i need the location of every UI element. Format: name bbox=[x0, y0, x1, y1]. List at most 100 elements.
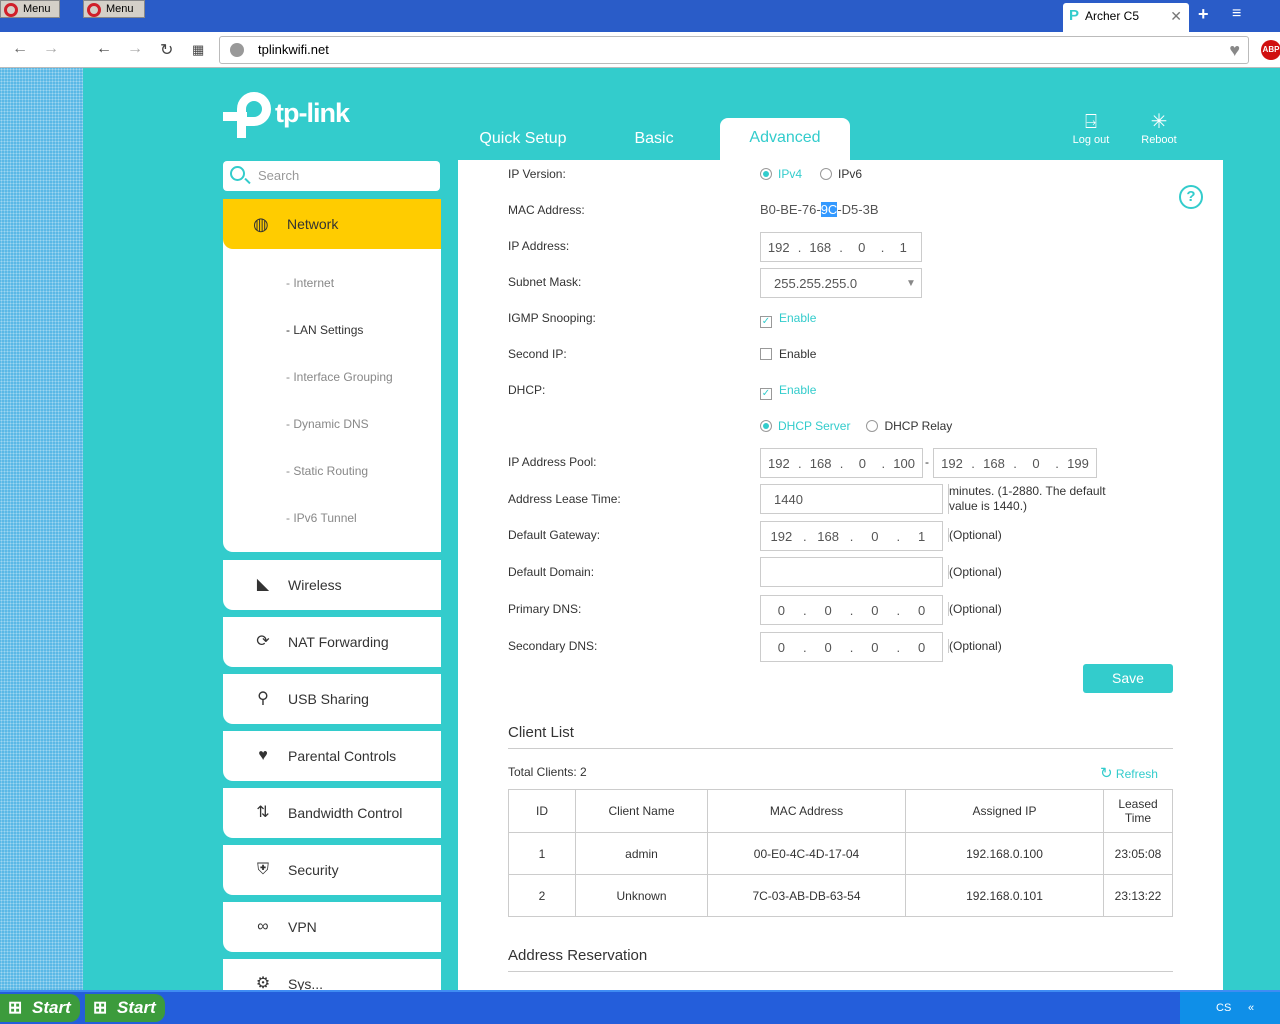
sidebar-item-usb-sharing[interactable]: ⚲ USB Sharing bbox=[223, 674, 441, 724]
optional-note: (Optional) bbox=[948, 528, 1002, 542]
forward-icon[interactable]: → bbox=[127, 40, 143, 58]
cell: Unknown bbox=[575, 874, 708, 917]
sidebar-subitem-interface-grouping[interactable]: - Interface Grouping bbox=[286, 370, 393, 384]
ipv6-radio[interactable]: IPv6 bbox=[820, 167, 862, 181]
tab-basic[interactable]: Basic bbox=[615, 120, 693, 160]
label: VPN bbox=[288, 919, 317, 935]
heart-icon: ♥ bbox=[258, 747, 268, 764]
gateway-label: Default Gateway: bbox=[508, 528, 601, 542]
dhcp-server-radio[interactable]: DHCP Server bbox=[760, 419, 850, 433]
sidebar-network-panel: ◍ Network - Internet - LAN Settings - Int… bbox=[223, 199, 441, 552]
refresh-icon: ↻ bbox=[1100, 765, 1113, 782]
tab-menu-icon[interactable]: ≡ bbox=[1232, 5, 1241, 23]
tab-title: Archer C5 bbox=[1085, 9, 1140, 23]
back-icon[interactable]: ← bbox=[12, 40, 28, 58]
url-bar[interactable]: tplinkwifi.net ♥ bbox=[219, 36, 1249, 64]
logout-button[interactable]: ⍈ Log out bbox=[1061, 110, 1121, 146]
subnet-value: 255.255.255.0 bbox=[774, 275, 858, 291]
globe-icon: ◍ bbox=[253, 214, 269, 234]
sidebar-subitem-static-routing[interactable]: - Static Routing bbox=[286, 464, 368, 478]
reload-icon[interactable]: ↻ bbox=[160, 40, 173, 60]
primary-dns-label: Primary DNS: bbox=[508, 602, 582, 616]
ip-pool-end-input[interactable]: 192. 168. 0. 199 bbox=[933, 448, 1097, 478]
url-text: tplinkwifi.net bbox=[258, 42, 329, 57]
windows-taskbar bbox=[0, 990, 1280, 1024]
lease-time-input[interactable]: 1440 bbox=[760, 484, 943, 514]
sidebar-item-bandwidth-control[interactable]: ⇅ Bandwidth Control bbox=[223, 788, 441, 838]
start-label: Start bbox=[32, 998, 71, 1017]
opera-icon bbox=[87, 3, 101, 17]
label: NAT Forwarding bbox=[288, 634, 389, 650]
windows-logo-icon: ⊞ bbox=[8, 998, 23, 1017]
dhcp-enable-checkbox[interactable]: ✓ Enable bbox=[760, 383, 816, 400]
second-ip-enable-checkbox[interactable]: Enable bbox=[760, 347, 816, 361]
tab-advanced[interactable]: Advanced bbox=[720, 118, 850, 160]
shield-icon: ⛨ bbox=[256, 861, 269, 878]
start-button-2[interactable]: ⊞ Start bbox=[85, 994, 165, 1022]
table-row: 1 admin 00-E0-4C-4D-17-04 192.168.0.100 23:0… bbox=[508, 832, 1173, 875]
sidebar-item-system-tools[interactable]: ⚙ Sys... bbox=[223, 959, 441, 990]
cell: 2 bbox=[508, 874, 576, 917]
opera-menu-button-2[interactable]: Menu bbox=[83, 0, 145, 18]
menu-label: Menu bbox=[106, 3, 134, 15]
tray-expand-icon[interactable]: « bbox=[1248, 992, 1254, 1024]
mac-selected: 9C bbox=[820, 202, 838, 217]
gateway-input[interactable]: 192. 168. 0. 1 bbox=[760, 521, 943, 551]
adblock-icon[interactable]: ABP bbox=[1261, 40, 1280, 60]
reboot-button[interactable]: ✳ Reboot bbox=[1129, 110, 1189, 146]
heart-icon[interactable]: ♥ bbox=[1229, 37, 1240, 63]
refresh-button[interactable]: ↻ Refresh bbox=[1100, 764, 1158, 782]
sidebar-item-parental-controls[interactable]: ♥ Parental Controls bbox=[223, 731, 441, 781]
total-clients: Total Clients: 2 bbox=[508, 765, 587, 779]
octet: 192 bbox=[941, 455, 963, 471]
desktop-background bbox=[0, 68, 83, 990]
dhcp-relay-radio[interactable]: DHCP Relay bbox=[866, 419, 952, 433]
browser-tab-archer[interactable]: P Archer C5 ✕ bbox=[1063, 3, 1189, 32]
sidebar-subitem-lan-settings[interactable]: - LAN Settings bbox=[286, 323, 363, 337]
back-icon[interactable]: ← bbox=[96, 40, 112, 58]
sidebar-subitem-internet[interactable]: - Internet bbox=[286, 276, 334, 290]
igmp-enable-checkbox[interactable]: ✓ Enable bbox=[760, 311, 816, 328]
close-tab-icon[interactable]: ✕ bbox=[1170, 3, 1182, 29]
sidebar-item-security[interactable]: ⛨ Security bbox=[223, 845, 441, 895]
octet: 0 bbox=[858, 239, 866, 255]
ipv4-radio[interactable]: IPv4 bbox=[760, 167, 802, 181]
octet: 1 bbox=[899, 239, 907, 255]
wireless-icon: ◣ bbox=[256, 576, 270, 593]
start-label: Start bbox=[117, 998, 156, 1017]
primary-dns-input[interactable]: 0.0.0.0 bbox=[760, 595, 943, 625]
windows-logo-icon: ⊞ bbox=[93, 998, 108, 1017]
sidebar-subitem-ipv6-tunnel[interactable]: - IPv6 Tunnel bbox=[286, 511, 357, 525]
language-indicator[interactable]: CS bbox=[1216, 1002, 1231, 1014]
sidebar-item-wireless[interactable]: ◣ Wireless bbox=[223, 560, 441, 610]
optional-note: (Optional) bbox=[948, 639, 1002, 653]
octet: 0 bbox=[871, 639, 879, 655]
ip-address-input[interactable]: 192. 168. 0. 1 bbox=[760, 232, 922, 262]
reboot-label: Reboot bbox=[1141, 134, 1177, 146]
secondary-dns-input[interactable]: 0.0.0.0 bbox=[760, 632, 943, 662]
speed-dial-icon[interactable]: ▦ bbox=[192, 42, 204, 58]
ip-pool-start-input[interactable]: 192. 168. 0. 100 bbox=[760, 448, 923, 478]
sidebar-item-network[interactable]: ◍ Network bbox=[223, 199, 441, 249]
sidebar-item-nat-forwarding[interactable]: ⟳ NAT Forwarding bbox=[223, 617, 441, 667]
subnet-mask-select[interactable]: 255.255.255.0 ▼ bbox=[760, 268, 922, 298]
opera-menu-button[interactable]: Menu bbox=[0, 0, 60, 18]
tab-quick-setup[interactable]: Quick Setup bbox=[470, 120, 576, 160]
cell: admin bbox=[575, 832, 708, 875]
bandwidth-arrows-icon: ⇅ bbox=[256, 804, 270, 821]
forward-icon[interactable]: → bbox=[43, 40, 59, 58]
octet: 168 bbox=[809, 455, 832, 471]
domain-input[interactable] bbox=[760, 557, 943, 587]
help-icon[interactable]: ? bbox=[1179, 185, 1203, 209]
octet: 100 bbox=[893, 455, 915, 471]
start-button[interactable]: ⊞ Start bbox=[0, 994, 80, 1022]
new-tab-icon[interactable]: + bbox=[1198, 4, 1209, 25]
octet: 0 bbox=[777, 639, 785, 655]
search-input[interactable]: Search bbox=[223, 161, 440, 191]
save-button[interactable]: Save bbox=[1083, 664, 1173, 693]
cell: 00-E0-4C-4D-17-04 bbox=[707, 832, 906, 875]
cell: 7C-03-AB-DB-63-54 bbox=[707, 874, 906, 917]
sidebar-item-vpn[interactable]: ∞ VPN bbox=[223, 902, 441, 952]
mac-part: B0-BE-76- bbox=[760, 202, 821, 217]
sidebar-subitem-dynamic-dns[interactable]: - Dynamic DNS bbox=[286, 417, 369, 431]
